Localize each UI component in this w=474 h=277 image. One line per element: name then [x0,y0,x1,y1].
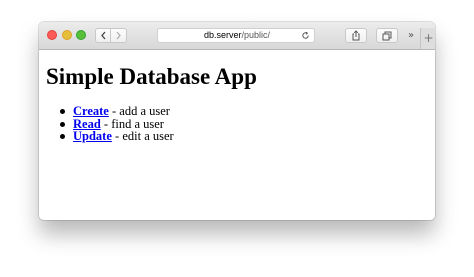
page-title: Simple Database App [46,64,257,89]
address-bar[interactable]: db.server/public/ [157,28,315,43]
action-list: Create - add a user Read - find a user U… [53,105,174,143]
desktop-background: db.server/public/ » + Simple Database Ap… [0,0,474,277]
back-button[interactable] [95,28,111,43]
url-host: db.server [203,30,242,40]
close-window-button[interactable] [47,30,57,40]
reload-icon[interactable] [301,31,310,40]
bullet-icon [60,134,65,139]
maximize-window-button[interactable] [76,30,86,40]
page-content: Simple Database App Create - add a user … [39,50,435,220]
chevron-left-icon [100,31,105,40]
minimize-window-button[interactable] [62,30,72,40]
show-tabs-button[interactable] [376,28,398,43]
new-tab-button[interactable]: + [420,28,435,49]
browser-window: db.server/public/ » + Simple Database Ap… [39,22,435,220]
toolbar-overflow-button[interactable]: » [405,28,417,43]
url-path: /public/ [241,30,271,40]
url-text: db.server/public/ [158,29,316,42]
browser-toolbar: db.server/public/ » + [39,22,435,50]
bullet-icon [60,121,65,127]
bullet-icon [60,109,65,114]
list-item-update: Update - edit a user [53,130,174,143]
chevron-right-icon [116,31,121,40]
forward-button[interactable] [111,28,127,43]
share-button[interactable] [345,28,367,43]
tabs-overview-icon [382,31,392,40]
update-description: - edit a user [111,129,174,143]
share-icon [352,30,360,41]
update-link[interactable]: Update [73,129,112,143]
